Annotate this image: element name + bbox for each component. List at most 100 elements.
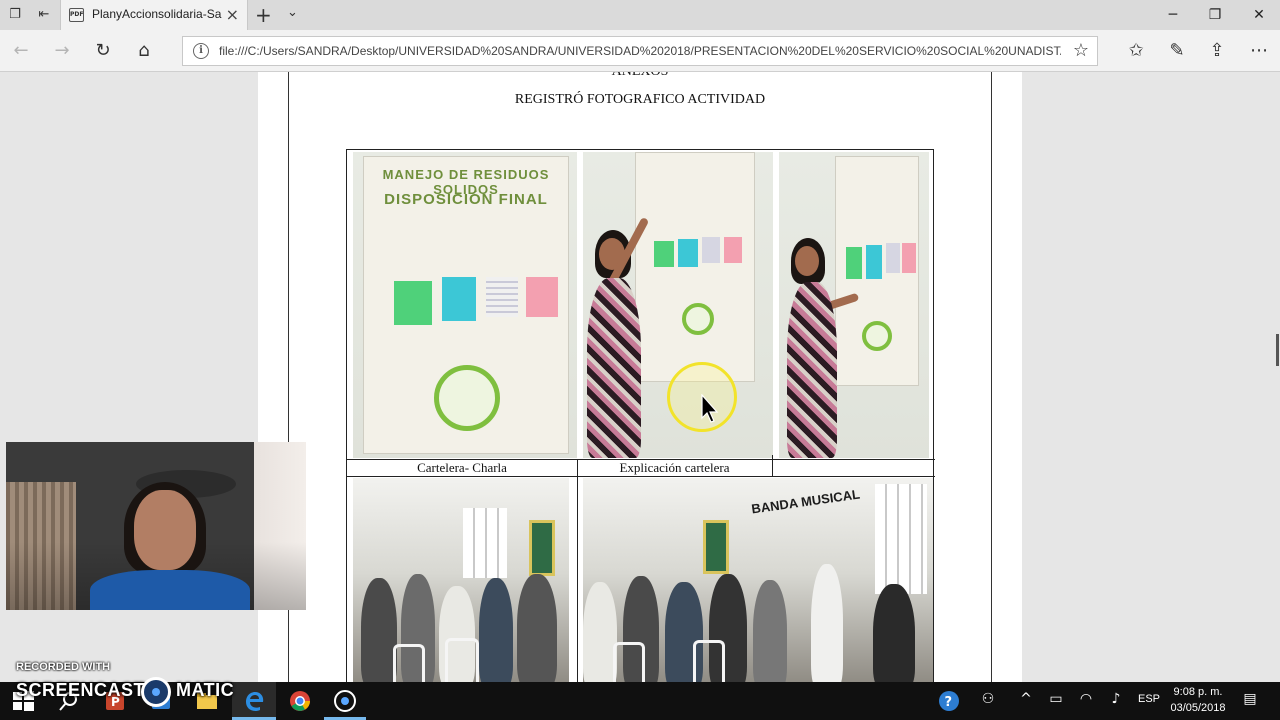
webcam-overlay (6, 442, 306, 610)
address-url[interactable]: file:///C:/Users/SANDRA/Desktop/UNIVERSI… (219, 44, 1061, 58)
more-icon[interactable]: ⋯ (1246, 39, 1272, 63)
edge-browser-icon[interactable] (241, 688, 267, 714)
table-divider-2 (772, 455, 773, 477)
address-bar[interactable]: i file:///C:/Users/SANDRA/Desktop/UNIVER… (182, 36, 1098, 66)
swatch-cyan-3 (866, 245, 882, 279)
poster-board-3 (835, 156, 919, 386)
swatch-pink (526, 277, 558, 317)
chair (393, 644, 425, 682)
close-window-icon[interactable]: ✕ (1236, 0, 1280, 30)
audience-person (753, 580, 787, 682)
poster-board: MANEJO DE RESIDUOS SOLIDOS DISPOSICIÓN F… (363, 156, 569, 454)
audience-person (361, 578, 397, 682)
battery-icon[interactable]: ▭ (1046, 691, 1066, 707)
pdf-icon: PDF (69, 8, 84, 22)
tab-strip: ❐ ⇤ PDF PlanyAccionsolidaria-Sa × + ⌄ ─ … (0, 0, 1280, 30)
page-border-right (991, 72, 992, 682)
share-icon[interactable]: ⇪ (1204, 39, 1230, 63)
clock-time[interactable]: 9:08 p. m. (1172, 686, 1224, 698)
audience-person (811, 564, 843, 682)
recycle-icon-2 (682, 303, 714, 335)
refresh-icon[interactable]: ↻ (90, 39, 116, 63)
table-divider-3 (577, 476, 578, 682)
home-icon[interactable]: ⌂ (131, 39, 157, 63)
vertical-scrollbar[interactable] (1272, 72, 1280, 682)
restore-icon[interactable]: ❐ (1192, 0, 1238, 30)
language-indicator[interactable]: ESP (1138, 693, 1160, 705)
swatch-cyan (442, 277, 476, 321)
webcam-presenter-face (134, 490, 196, 570)
watermark-screencast: SCREENCAST (16, 680, 146, 700)
person-head-2 (795, 246, 819, 276)
window-2 (875, 484, 927, 594)
person-dress (587, 278, 641, 458)
back-icon[interactable]: ← (8, 39, 34, 63)
watermark-recorded-with: RECORDED WITH (16, 661, 111, 673)
info-icon[interactable]: i (193, 43, 209, 59)
swatch-green-2 (654, 241, 674, 267)
screencast-logo-icon (141, 677, 171, 707)
clock-date[interactable]: 03/05/2018 (1166, 702, 1230, 714)
webcam-presenter-shirt (90, 570, 250, 610)
notifications-icon[interactable]: ▤ (1240, 691, 1260, 707)
window (463, 508, 507, 578)
recycle-icon (434, 365, 500, 431)
photo-poster: MANEJO DE RESIDUOS SOLIDOS DISPOSICIÓN F… (353, 152, 577, 458)
favorites-icon[interactable]: ✩ (1123, 39, 1149, 63)
swatch-cyan-2 (678, 239, 698, 267)
photo-table: MANEJO DE RESIDUOS SOLIDOS DISPOSICIÓN F… (346, 149, 935, 682)
chair (445, 638, 479, 682)
swatch-green-3 (846, 247, 862, 279)
web-note-icon[interactable]: ✎ (1164, 39, 1190, 63)
photo-audience-1 (353, 478, 569, 682)
forward-icon[interactable]: → (49, 39, 75, 63)
table-line-bottom (347, 476, 935, 477)
navigation-bar: ← → ↻ ⌂ i file:///C:/Users/SANDRA/Deskto… (0, 30, 1280, 72)
people-icon[interactable]: ⚇ (978, 691, 998, 707)
tab-pdf-document[interactable]: PDF PlanyAccionsolidaria-Sa × (60, 0, 248, 30)
audience-person (479, 578, 513, 682)
wall-text-banda-musical: BANDA MUSICAL (750, 486, 861, 517)
favorite-star-icon[interactable]: ☆ (1073, 40, 1089, 61)
photo-explanation-2 (779, 152, 929, 458)
swatch-pink-3 (902, 243, 916, 273)
wifi-icon[interactable]: ◠ (1076, 691, 1096, 707)
screencast-o-matic-icon[interactable] (332, 688, 358, 714)
audience-person (583, 582, 617, 682)
caption-cartelera-charla: Cartelera- Charla (417, 460, 507, 475)
audience-person (873, 584, 915, 682)
chair (693, 640, 725, 682)
swatch-white-2 (702, 237, 720, 263)
swatch-white-3 (886, 243, 900, 273)
audience-person (517, 574, 557, 682)
svg-text:?: ? (945, 695, 953, 710)
swatch-pink-2 (724, 237, 742, 263)
photo-audience-2: BANDA MUSICAL (583, 478, 933, 682)
pdf-page: ANEXOS REGISTRÓ FOTOGRAFICO ACTIVIDAD MA… (258, 72, 1022, 682)
new-tab-icon[interactable]: + (255, 3, 272, 27)
wall-board-2 (703, 520, 729, 574)
set-aside-tabs-icon[interactable]: ⇤ (34, 5, 54, 25)
person-dress-2 (787, 282, 837, 458)
wall-board (529, 520, 555, 576)
tab-title: PlanyAccionsolidaria-Sa (92, 7, 222, 21)
mouse-cursor-icon (701, 394, 719, 423)
heading-anexos: ANEXOS (258, 72, 1022, 80)
minimize-icon[interactable]: ─ (1150, 0, 1196, 30)
caption-explicacion-cartelera: Explicación cartelera (619, 460, 730, 475)
heading-registro-fotografico: REGISTRÓ FOTOGRAFICO ACTIVIDAD (514, 92, 766, 107)
swatch-white (486, 277, 518, 317)
swatch-green (394, 281, 432, 325)
close-tab-icon[interactable]: × (226, 5, 239, 24)
chrome-icon[interactable] (287, 688, 313, 714)
recycle-icon-3 (862, 321, 892, 351)
tab-actions-icon[interactable]: ❐ (5, 5, 25, 25)
poster-title-line2: DISPOSICIÓN FINAL (384, 191, 548, 208)
chair (613, 642, 645, 682)
show-hidden-icons-icon[interactable]: ^ (1016, 691, 1036, 707)
volume-icon[interactable]: ♪ (1106, 691, 1126, 707)
tab-preview-chevron-icon[interactable]: ⌄ (287, 5, 298, 20)
help-icon[interactable]: ? (936, 688, 962, 714)
watermark-matic: MATIC (176, 680, 235, 700)
scrollbar-thumb[interactable] (1276, 334, 1279, 366)
